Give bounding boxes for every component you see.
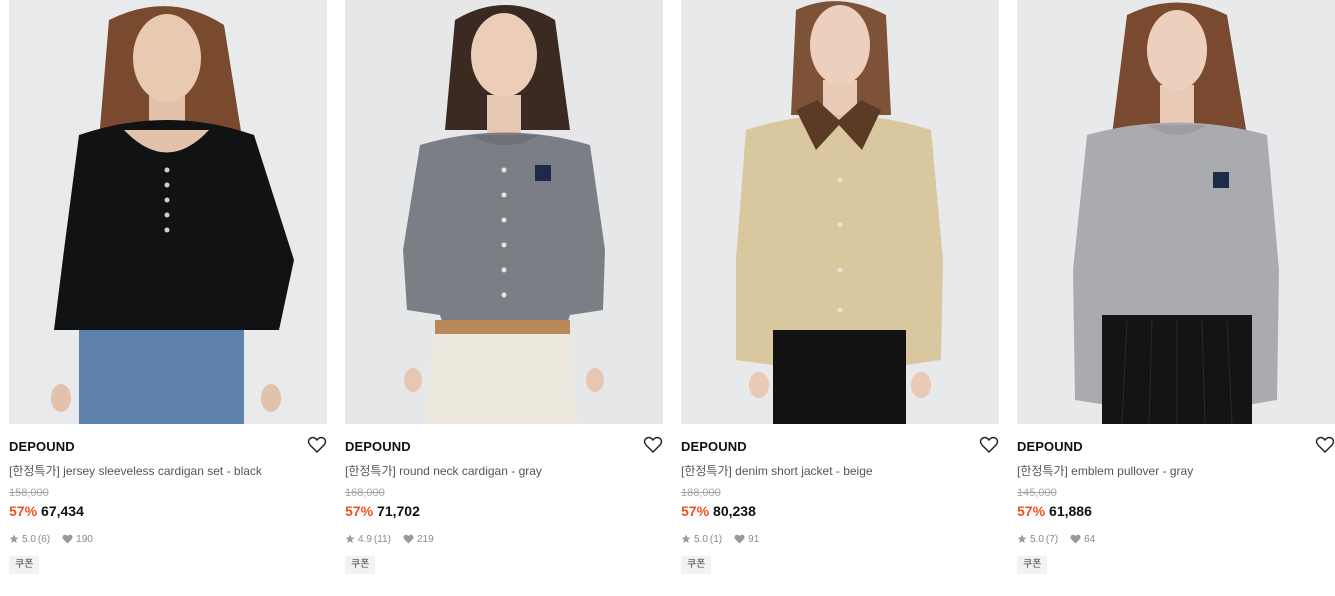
like-count: 190 [76, 533, 93, 545]
discount-rate: 57% [9, 503, 38, 519]
rating-likes-row: 5.0 (1) 91 [681, 532, 759, 546]
price-row: 57% 61,886 [1017, 503, 1092, 519]
wishlist-heart-icon[interactable] [643, 436, 663, 454]
coupon-badge: 쿠폰 [9, 556, 40, 574]
like-count: 91 [748, 533, 760, 545]
brand-name[interactable]: DEPOUND [9, 439, 75, 454]
brand-row: DEPOUND [1017, 436, 1335, 456]
product-card[interactable]: DEPOUND [한정특가] jersey sleeveless cardiga… [9, 0, 327, 596]
price-row: 57% 80,238 [681, 503, 756, 519]
heart-filled-icon [1070, 534, 1081, 544]
rating-value: 5.0 [22, 533, 36, 545]
rating-likes-row: 4.9 (11) 219 [345, 532, 434, 546]
star-icon [1017, 534, 1027, 544]
product-name[interactable]: [한정특가] emblem pullover - gray [1017, 462, 1335, 479]
brand-row: DEPOUND [345, 436, 663, 456]
original-price: 145,000 [1017, 487, 1057, 499]
sale-price: 67,434 [41, 503, 84, 519]
like-count: 219 [416, 533, 434, 545]
coupon-badge: 쿠폰 [345, 556, 376, 574]
heart-filled-icon [734, 534, 745, 544]
product-image[interactable] [1017, 0, 1335, 424]
brand-name[interactable]: DEPOUND [345, 439, 411, 454]
brand-name[interactable]: DEPOUND [1017, 439, 1083, 454]
sale-price: 71,702 [377, 503, 420, 519]
brand-row: DEPOUND [9, 436, 327, 456]
discount-rate: 57% [681, 503, 710, 519]
like-count: 64 [1084, 533, 1096, 545]
product-name[interactable]: [한정특가] denim short jacket - beige [681, 462, 999, 479]
rating-value: 5.0 [1030, 533, 1044, 545]
original-price: 168,000 [345, 487, 385, 499]
star-icon [681, 534, 691, 544]
product-name[interactable]: [한정특가] jersey sleeveless cardigan set - … [9, 462, 327, 479]
original-price: 158,000 [9, 487, 49, 499]
sale-price: 61,886 [1049, 503, 1092, 519]
original-price: 188,000 [681, 487, 721, 499]
price-row: 57% 67,434 [9, 503, 84, 519]
review-count: (6) [37, 533, 51, 545]
price-row: 57% 71,702 [345, 503, 420, 519]
brand-name[interactable]: DEPOUND [681, 439, 747, 454]
star-icon [9, 534, 19, 544]
star-icon [345, 534, 355, 544]
rating-likes-row: 5.0 (7) 64 [1017, 532, 1095, 546]
product-card[interactable]: DEPOUND [한정특가] round neck cardigan - gra… [345, 0, 663, 596]
product-card[interactable]: DEPOUND [한정특가] denim short jacket - beig… [681, 0, 999, 596]
product-name[interactable]: [한정특가] round neck cardigan - gray [345, 462, 663, 479]
discount-rate: 57% [1017, 503, 1046, 519]
product-image[interactable] [345, 0, 663, 424]
coupon-badge: 쿠폰 [1017, 556, 1048, 574]
wishlist-heart-icon[interactable] [979, 436, 999, 454]
product-image[interactable] [9, 0, 327, 424]
review-count: (11) [373, 533, 391, 545]
product-grid: DEPOUND [한정특가] jersey sleeveless cardiga… [0, 0, 1335, 596]
discount-rate: 57% [345, 503, 374, 519]
brand-row: DEPOUND [681, 436, 999, 456]
review-count: (1) [709, 533, 723, 545]
product-card[interactable]: DEPOUND [한정특가] emblem pullover - gray 14… [1017, 0, 1335, 596]
product-image[interactable] [681, 0, 999, 424]
rating-likes-row: 5.0 (6) 190 [9, 532, 93, 546]
sale-price: 80,238 [713, 503, 756, 519]
heart-filled-icon [62, 534, 73, 544]
rating-value: 5.0 [694, 533, 708, 545]
review-count: (7) [1045, 533, 1059, 545]
rating-value: 4.9 [358, 533, 372, 545]
heart-filled-icon [403, 534, 414, 544]
wishlist-heart-icon[interactable] [1315, 436, 1335, 454]
coupon-badge: 쿠폰 [681, 556, 712, 574]
wishlist-heart-icon[interactable] [307, 436, 327, 454]
